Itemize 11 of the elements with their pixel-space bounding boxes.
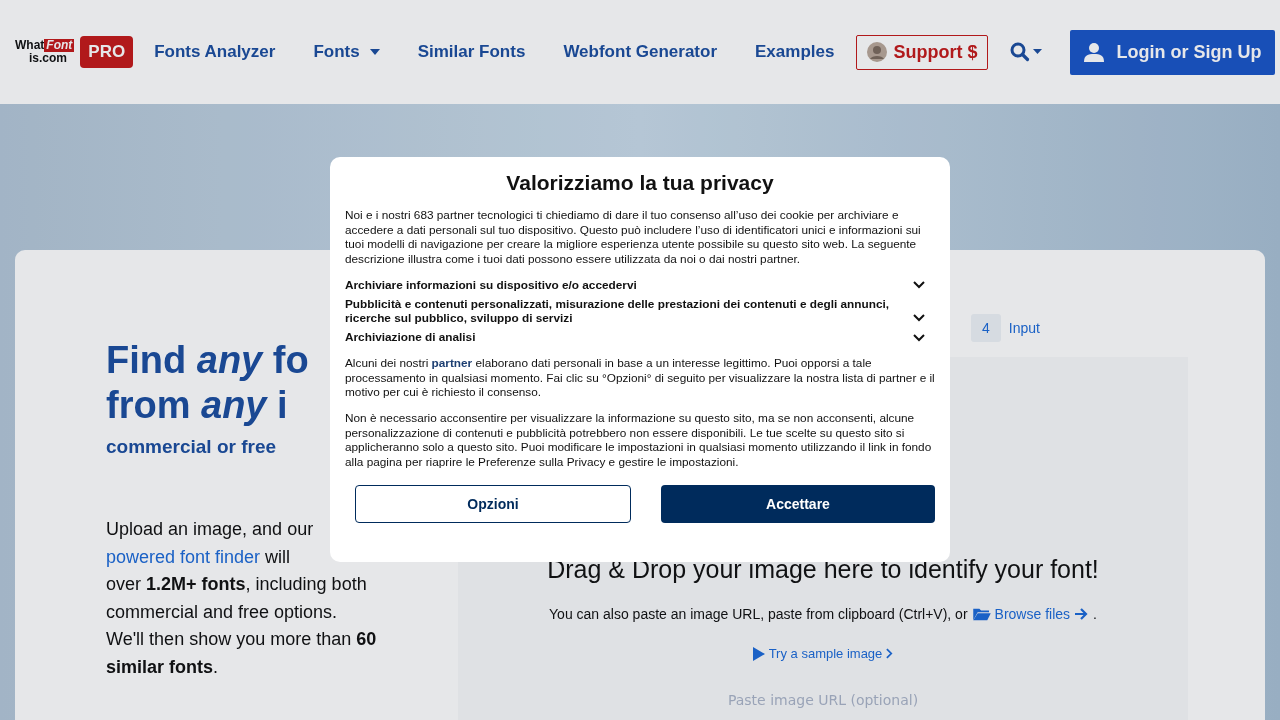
hero-subtitle: commercial or free — [106, 436, 277, 458]
hint-period: . — [1093, 606, 1097, 622]
dialog-title: Valorizziamo la tua privacy — [505, 170, 775, 196]
hero-heading: Find any fo from any i — [106, 338, 309, 428]
legitimate-interest-text: Alcuni dei nostri partner elaborano dati personali in base a un interesse legittimo. Puoi opporsi a tale processamento in qualsiasi momento. Fai clic su °Opzioni° di seguito per visualizzare la nostra lista di partner e il motivo per cui è richiesto il consenso. — [345, 355, 935, 400]
consent-notice: Non è necessario acconsentire per visualizzare la informazione su questo sito, ma se non acconsenti, alcune personalizzazione di contenuti e pubblicità potrebbero non essere disponibili. Le tue scelte su questo sito si applicheranno solo a questo sito. Puoi modificare le impostazioni in qualsiasi momento utilizzando il link in fondo alla pagina per riaprire le Preferenze sulla Privacy e gestire le impostazioni. — [345, 410, 933, 470]
consent-intro: Noi e i nostri 683 partner tecnologici ti chiediamo di dare il tuo consenso all’uso dei cookie per archiviare e accedere a dati personali sul tuo dispositivo. Questo può includere l’uso di identificatori unici e informazioni sui tuoi modelli di navigazione per creare la migliore esperienza utente possibile su questo sito web. La seguente descrizione illustra come i tuoi dati possono essere utilizzata da noi o dai nostri partner. — [345, 208, 922, 267]
purpose-label: Archiviazione di analisi — [345, 331, 476, 345]
paste-hint: You can also paste an image URL, paste from clipboard (Ctrl+V), or — [549, 606, 968, 622]
purpose-label: Archiviare informazioni su dispositivo e/o accedervi — [345, 278, 637, 293]
step-number: 4 — [971, 314, 1001, 342]
